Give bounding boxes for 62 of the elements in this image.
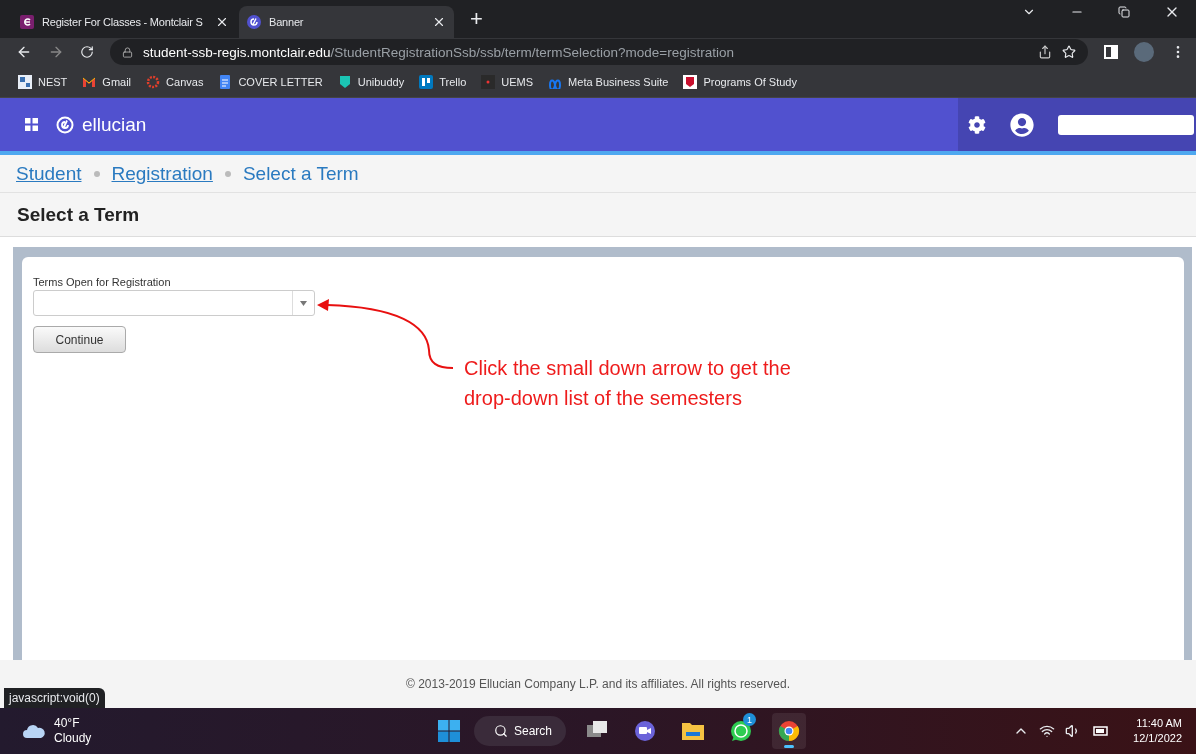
- star-icon[interactable]: [1062, 45, 1076, 59]
- swirl-logo-icon: [247, 15, 261, 29]
- current-page-label: Select a Term: [242, 162, 359, 185]
- windows-logo-icon[interactable]: [438, 720, 460, 742]
- separator-dot: [93, 170, 100, 177]
- grid-tile-icon: [18, 74, 32, 89]
- lock-icon: [122, 46, 133, 58]
- weather-text[interactable]: 40°F Cloudy: [54, 716, 92, 746]
- annotation-text: Click the small down arrow to get the drop-down list of the semesters: [464, 356, 791, 411]
- side-panel-icon[interactable]: [1104, 45, 1118, 59]
- continue-button[interactable]: Continue: [33, 326, 126, 353]
- clock[interactable]: 11:40 AM 12/1/2022: [1133, 716, 1182, 746]
- close-icon[interactable]: [432, 15, 446, 29]
- back-icon[interactable]: [16, 44, 32, 60]
- browser-ball-icon: [777, 719, 801, 743]
- address-bar[interactable]: student-ssb-regis.montclair.edu/StudentRegistrationSsb/ssb/term/termSelection?mode=registration: [110, 39, 1088, 65]
- brand-name: ellucian: [82, 113, 147, 136]
- share-icon[interactable]: [1038, 45, 1052, 59]
- breadcrumb-link[interactable]: Student: [16, 162, 82, 185]
- restore-icon[interactable]: [1118, 4, 1130, 20]
- bookmark[interactable]: Programs Of Study: [683, 74, 797, 89]
- reload-icon[interactable]: [80, 45, 94, 59]
- input-field[interactable]: [1058, 114, 1194, 135]
- active-indicator: [784, 745, 794, 748]
- swirl-logo-icon: [56, 115, 74, 134]
- user-icon[interactable]: [1010, 112, 1034, 137]
- status-link-tooltip: javascript:void(0): [4, 688, 105, 708]
- close-icon[interactable]: [215, 15, 229, 29]
- bookmark[interactable]: Meta Business Suite: [548, 74, 669, 89]
- bookmark[interactable]: UEMS: [481, 74, 534, 89]
- board-icon: [419, 74, 434, 89]
- battery-icon[interactable]: [1091, 725, 1110, 737]
- notification-badge: 1: [743, 713, 756, 726]
- forward-icon[interactable]: [48, 44, 64, 60]
- new-tab-button[interactable]: +: [470, 6, 483, 32]
- bookmark[interactable]: COVER LETTER: [218, 74, 323, 89]
- settings-icon[interactable]: [968, 115, 986, 134]
- bookmark[interactable]: Canvas: [146, 74, 204, 89]
- separator-dot: [224, 170, 231, 177]
- bookmark[interactable]: Gmail: [82, 74, 132, 89]
- bookmark[interactable]: Trello: [419, 74, 467, 89]
- caret-icon[interactable]: [300, 300, 307, 306]
- search-icon: [494, 724, 508, 738]
- page-title: Select a Term: [17, 203, 140, 226]
- breadcrumb-link[interactable]: Registration: [111, 162, 213, 185]
- copyright-text: © 2013-2019 Ellucian Company L.P. and its affiliates. All rights reserved.: [406, 677, 790, 691]
- chat-bubble-icon: [729, 719, 753, 743]
- browser-tab[interactable]: Banner: [239, 6, 454, 38]
- app-grid-icon[interactable]: [25, 118, 38, 131]
- ring-icon: [146, 74, 161, 89]
- crest-icon: [683, 74, 698, 89]
- field-label: Terms Open for Registration: [33, 276, 172, 288]
- document-icon: [218, 74, 233, 89]
- bookmark[interactable]: Unibuddy: [337, 74, 405, 89]
- shield-icon: [337, 74, 352, 89]
- browser-tab[interactable]: Register For Classes - Montclair S: [12, 6, 237, 38]
- bookmark[interactable]: NEST: [18, 74, 68, 89]
- cloud-icon[interactable]: [22, 723, 46, 739]
- letter-e-icon: [20, 15, 34, 29]
- search-button[interactable]: Search: [474, 716, 566, 746]
- video-chat-icon: [633, 719, 657, 743]
- wifi-icon[interactable]: [1039, 723, 1056, 739]
